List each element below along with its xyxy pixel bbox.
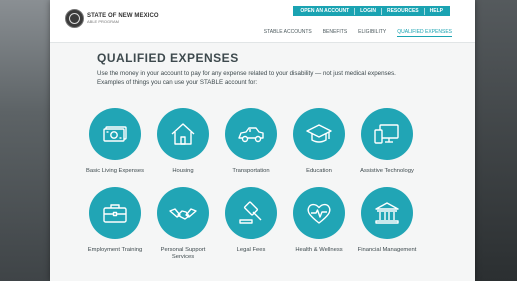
utility-nav: OPEN AN ACCOUNT LOGIN RESOURCES HELP xyxy=(293,6,450,16)
expense-basic-living[interactable]: Basic Living Expenses xyxy=(82,108,148,175)
expense-grid: Basic Living Expenses Housing Transporta… xyxy=(82,108,437,261)
graduation-cap-icon xyxy=(306,124,332,143)
expense-label: Basic Living Expenses xyxy=(86,168,144,174)
expense-employment-training[interactable]: Employment Training xyxy=(82,187,148,261)
expense-label: Employment Training xyxy=(87,247,143,253)
intro-text: Use the money in your account to pay for… xyxy=(97,70,396,86)
expense-health-wellness[interactable]: Health & Wellness xyxy=(286,187,352,261)
briefcase-icon xyxy=(103,204,127,223)
open-account-link[interactable]: OPEN AN ACCOUNT xyxy=(295,7,356,15)
expense-personal-support[interactable]: Personal Support Services xyxy=(150,187,216,261)
house-icon xyxy=(171,123,195,145)
expense-transportation[interactable]: Transportation xyxy=(218,108,284,175)
login-link[interactable]: LOGIN xyxy=(355,7,382,15)
bank-icon xyxy=(375,202,399,224)
devices-icon xyxy=(374,124,399,144)
site-header: STATE OF NEW MEXICO ABLE PROGRAM OPEN AN… xyxy=(50,0,475,43)
expense-label: Legal Fees xyxy=(236,247,266,253)
expense-label: Personal Support Services xyxy=(160,247,206,260)
expense-label: Housing xyxy=(172,168,194,174)
nav-stable-accounts[interactable]: STABLE ACCOUNTS xyxy=(264,29,312,37)
page-title: QUALIFIED EXPENSES xyxy=(97,51,239,65)
nav-benefits[interactable]: BENEFITS xyxy=(323,29,347,37)
expense-label: Health & Wellness xyxy=(295,247,343,253)
expense-financial-management[interactable]: Financial Management xyxy=(354,187,420,261)
expense-label: Financial Management xyxy=(357,247,417,253)
help-link[interactable]: HELP xyxy=(425,8,448,15)
expense-education[interactable]: Education xyxy=(286,108,352,175)
website-screen: STATE OF NEW MEXICO ABLE PROGRAM OPEN AN… xyxy=(50,0,475,281)
handshake-icon xyxy=(169,208,197,220)
nav-qualified-expenses[interactable]: QUALIFIED EXPENSES xyxy=(397,29,452,37)
logo-subtitle: ABLE PROGRAM xyxy=(87,19,120,24)
expense-housing[interactable]: Housing xyxy=(150,108,216,175)
expense-legal-fees[interactable]: Legal Fees xyxy=(218,187,284,261)
nav-eligibility[interactable]: ELIGIBILITY xyxy=(358,29,386,37)
money-icon xyxy=(103,126,127,142)
expense-assistive-technology[interactable]: Assistive Technology xyxy=(354,108,420,175)
resources-link[interactable]: RESOURCES xyxy=(382,7,425,15)
heart-pulse-icon xyxy=(307,203,331,224)
gavel-icon xyxy=(239,201,262,224)
expense-label: Education xyxy=(306,168,332,174)
expense-label: Assistive Technology xyxy=(360,168,414,174)
state-seal-icon xyxy=(65,9,84,28)
main-nav: STABLE ACCOUNTS BENEFITS ELIGIBILITY QUA… xyxy=(253,29,452,37)
expense-label: Transportation xyxy=(232,168,270,174)
site-logo[interactable]: STATE OF NEW MEXICO ABLE PROGRAM xyxy=(65,9,159,28)
car-icon xyxy=(238,127,264,143)
